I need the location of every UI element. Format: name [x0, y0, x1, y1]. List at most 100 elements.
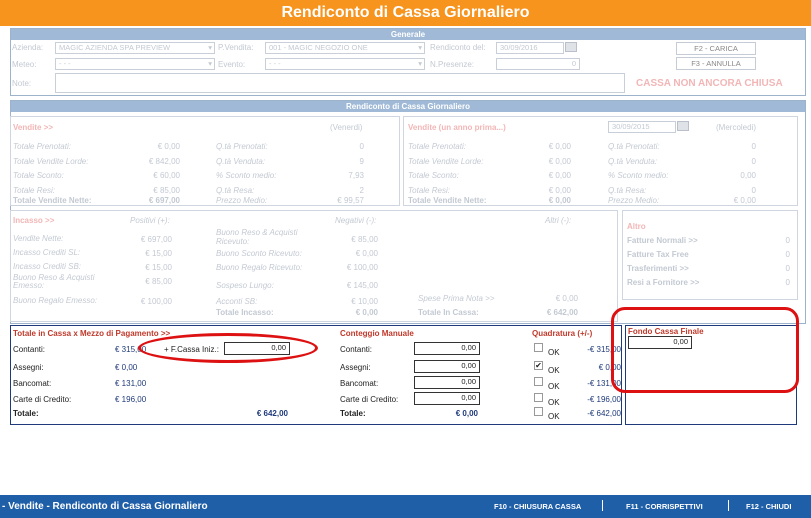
altri-label: Altri (-):: [545, 216, 572, 225]
evento-label: Evento:: [218, 60, 246, 69]
npresenze-input[interactable]: 0: [496, 58, 580, 70]
conteggio-input[interactable]: 0,00: [414, 342, 480, 355]
conteggio-input[interactable]: 0,00: [414, 392, 480, 405]
azienda-select[interactable]: MAGIC AZIENDA SPA PREVIEW ▾: [55, 42, 215, 54]
pvendita-select[interactable]: 001 - MAGIC NEGOZIO ONE ▾: [265, 42, 425, 54]
vendite-link[interactable]: Vendite >>: [13, 123, 53, 132]
totale-mezzo-link[interactable]: Totale in Cassa x Mezzo di Pagamento >>: [13, 329, 170, 338]
altro-count: 0: [785, 236, 790, 245]
vendite-row-qty-label: Q.tà Prenotati:: [608, 142, 660, 151]
highlight-box: [611, 307, 799, 393]
vendite-row-qty-label: % Sconto medio:: [608, 171, 669, 180]
totale-row-value: € 0,00: [115, 363, 138, 372]
totale-incasso-value: € 0,00: [355, 308, 378, 317]
vendite-row-value: € 60,00: [153, 171, 180, 180]
incasso-link[interactable]: Incasso >>: [13, 216, 54, 225]
ok-checkbox[interactable]: [534, 407, 543, 416]
conteggio-totale-value: € 0,00: [455, 409, 478, 418]
chevron-down-icon: ▾: [418, 43, 422, 52]
vendite-prev-nette-value: € 0,00: [548, 196, 571, 205]
f11-corrispettivi-button[interactable]: F11 - CORRISPETTIVI: [626, 502, 703, 511]
incasso-negativo-value: € 145,00: [346, 281, 378, 290]
incasso-negativo-value: € 10,00: [351, 297, 378, 306]
ok-checkbox[interactable]: ✔: [534, 361, 543, 370]
incasso-positivo-value: € 697,00: [140, 235, 172, 244]
conteggio-input[interactable]: 0,00: [414, 360, 480, 373]
ok-checkbox[interactable]: [534, 343, 543, 352]
conteggio-row-label: Carte di Credito:: [340, 395, 399, 404]
vendite-day: (Venerdi): [330, 123, 363, 132]
f2-carica-button[interactable]: F2 - CARICA: [676, 42, 756, 55]
vendite-row-label: Totale Resi:: [408, 185, 450, 195]
vendite-row-qty-label: Q.tà Resa:: [216, 185, 255, 195]
meteo-select[interactable]: - - - ▾: [55, 58, 215, 70]
prezzo-medio-prev-value: € 0,00: [733, 196, 756, 205]
vendite-row-qty-value: 2: [359, 185, 364, 195]
f10-chiusura-cassa-button[interactable]: F10 - CHIUSURA CASSA: [494, 502, 581, 511]
vendite-row-qty-value: 0: [751, 142, 756, 151]
incasso-positivo-value: € 100,00: [140, 297, 172, 306]
spese-prima-nota-link[interactable]: Spese Prima Nota >>: [418, 294, 494, 303]
incasso-positivo-value: € 85,00: [145, 277, 172, 286]
ok-label: OK: [548, 382, 560, 391]
ok-label: OK: [548, 366, 560, 375]
vendite-prev-date[interactable]: 30/09/2015: [608, 121, 676, 133]
vendite-row-label: Totale Sconto:: [408, 171, 459, 180]
rendiconto-date-label: Rendiconto del:: [430, 43, 486, 52]
vendite-row-value: € 0,00: [548, 171, 571, 180]
incasso-negativo-label: Sospeso Lungo:: [216, 281, 274, 290]
f12-chiudi-button[interactable]: F12 - CHIUDI: [746, 502, 791, 511]
incasso-positivo-label: Vendite Nette:: [13, 234, 64, 243]
highlight-ellipse: [138, 333, 318, 363]
vendite-row-label: Totale Resi:: [13, 185, 55, 195]
vendite-row-qty-value: 9: [359, 156, 364, 166]
incasso-negativo-label: Buono Reso & Acquisti Ricevuto:: [216, 228, 298, 246]
vendite-row-label: Totale Prenotati:: [408, 142, 466, 151]
incasso-negativo-value: € 100,00: [346, 263, 378, 272]
totale-in-cassa-value: € 642,00: [546, 308, 578, 317]
incasso-positivo-label: Buono Reso & Acquisti Emesso:: [13, 273, 95, 290]
footer-bar: - Vendite - Rendiconto di Cassa Giornali…: [0, 495, 811, 518]
conteggio-row-label: Contanti:: [340, 345, 373, 354]
vendite-row-value: € 842,00: [148, 156, 180, 166]
azienda-label: Azienda:: [12, 43, 44, 52]
ok-checkbox[interactable]: [534, 393, 543, 402]
note-label: Note:: [12, 79, 32, 88]
chevron-down-icon: ▾: [208, 43, 212, 52]
totale-row-label: Carte di Credito:: [13, 395, 72, 404]
ok-checkbox[interactable]: [534, 377, 543, 386]
totale-in-cassa-label: Totale In Cassa:: [418, 308, 479, 317]
incasso-positivo-label: Incasso Crediti SB:: [13, 262, 82, 271]
ok-label: OK: [548, 398, 560, 407]
incasso-negativo-label: Buono Sconto Ricevuto:: [216, 249, 302, 258]
calendar-icon[interactable]: [677, 121, 689, 131]
altro-link[interactable]: Trasferimenti >>: [627, 264, 689, 273]
vendite-row-qty-value: 0: [359, 142, 364, 151]
altro-link[interactable]: Resi a Fornitore >>: [627, 278, 699, 287]
altro-link[interactable]: Fatture Tax Free: [627, 250, 689, 259]
incasso-negativo-value: € 0,00: [355, 249, 378, 258]
evento-select[interactable]: - - - ▾: [265, 58, 425, 70]
totale-label: Totale:: [13, 409, 39, 418]
quadratura-title: Quadratura (+/-): [532, 329, 593, 338]
vendite-prev-link[interactable]: Vendite (un anno prima...): [408, 123, 506, 132]
chevron-down-icon: ▾: [208, 59, 212, 68]
rendiconto-date-input[interactable]: 30/09/2016: [496, 42, 564, 54]
conteggio-input[interactable]: 0,00: [414, 376, 480, 389]
altro-title: Altro: [627, 222, 646, 231]
conteggio-totale-label: Totale:: [340, 409, 366, 418]
page-title: Rendiconto di Cassa Giornaliero: [0, 0, 811, 26]
prezzo-medio-label: Prezzo Medio:: [216, 196, 268, 205]
altro-link[interactable]: Fatture Normali >>: [627, 236, 698, 245]
calendar-icon[interactable]: [565, 42, 577, 52]
totale-value: € 642,00: [256, 409, 288, 418]
vendite-prev-nette-label: Totale Vendite Nette:: [408, 196, 487, 205]
footer-divider: [602, 500, 603, 511]
incasso-positivo-label: Buono Regalo Emesso:: [13, 296, 98, 305]
vendite-row-qty-label: Q.tà Venduta:: [608, 156, 658, 166]
conteggio-row-label: Assegni:: [340, 363, 371, 372]
f3-annulla-button[interactable]: F3 - ANNULLA: [676, 57, 756, 70]
vendite-row-value: € 0,00: [548, 142, 571, 151]
generale-header: Generale: [11, 29, 805, 40]
note-textarea[interactable]: [55, 73, 625, 93]
